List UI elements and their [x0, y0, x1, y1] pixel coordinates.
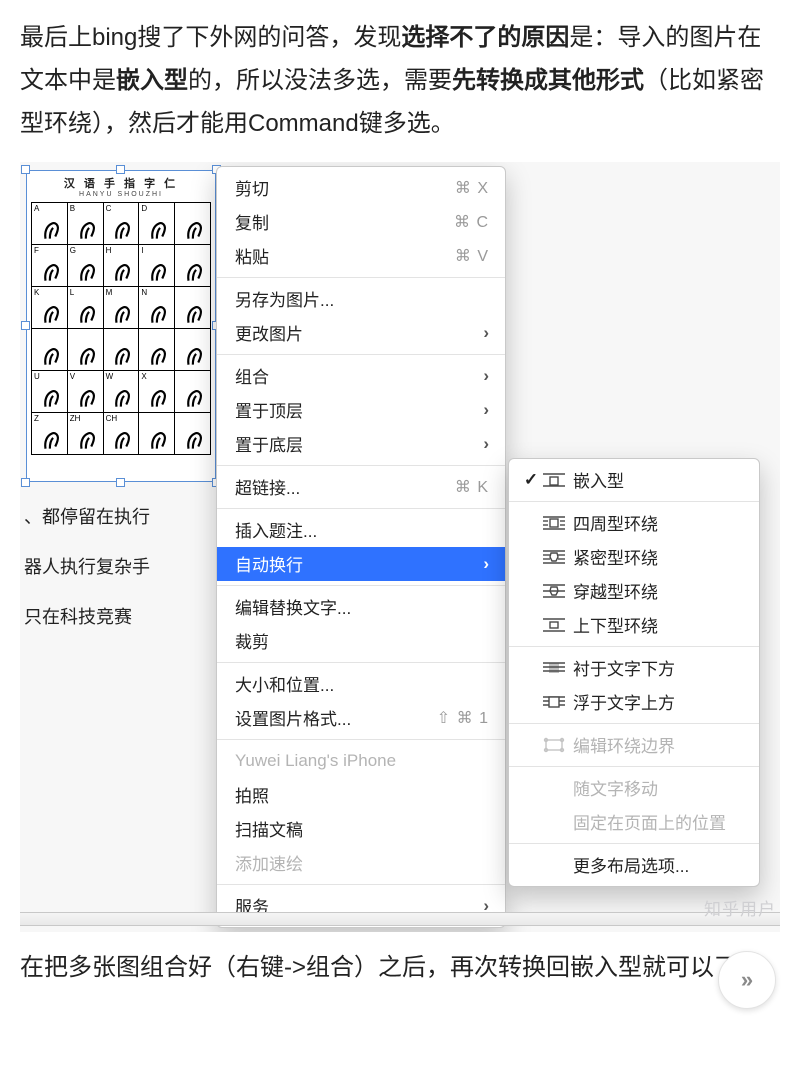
- submenu-item-fix-on-page: 固定在页面上的位置: [509, 805, 759, 839]
- menu-item-copy[interactable]: 复制⌘ C: [217, 205, 505, 239]
- edit-wrap-points-icon: [541, 736, 567, 754]
- menu-item-send-back[interactable]: 置于底层›: [217, 427, 505, 461]
- submenu-item-edit-wrap-points: 编辑环绕边界: [509, 728, 759, 762]
- chart-cell: U: [32, 371, 68, 413]
- menu-item-crop[interactable]: 裁剪: [217, 624, 505, 658]
- resize-handle[interactable]: [116, 478, 125, 487]
- text-line: 、都停留在执行: [24, 492, 214, 542]
- submenu-item-square[interactable]: 四周型环绕: [509, 506, 759, 540]
- chart-cell: A: [32, 203, 68, 245]
- bold-text: 先转换成其他形式: [452, 67, 644, 94]
- resize-handle[interactable]: [21, 165, 30, 174]
- wrap-front-icon: [541, 693, 567, 711]
- menu-item-take-photo[interactable]: 拍照: [217, 778, 505, 812]
- submenu-item-move-with-text: 随文字移动: [509, 771, 759, 805]
- chart-cell: K: [32, 287, 68, 329]
- text: 最后上bing搜了下外网的问答，发现: [20, 24, 401, 51]
- chart-cell: [139, 329, 175, 371]
- chart-cell: H: [104, 245, 140, 287]
- submenu-item-front-text[interactable]: 浮于文字上方: [509, 685, 759, 719]
- wrap-inline-icon: [541, 471, 567, 489]
- submenu-item-more-layout[interactable]: 更多布局选项...: [509, 848, 759, 882]
- resize-handle[interactable]: [21, 321, 30, 330]
- chart-cell: Z: [32, 413, 68, 455]
- chart-cell: C: [104, 203, 140, 245]
- chart-cell: [32, 329, 68, 371]
- chart-cell: [175, 413, 211, 455]
- menu-item-group[interactable]: 组合›: [217, 359, 505, 393]
- menu-item-iphone: Yuwei Liang's iPhone: [217, 744, 505, 778]
- submenu-item-through[interactable]: 穿越型环绕: [509, 574, 759, 608]
- chart-cell: ZH: [68, 413, 104, 455]
- watermark: 知乎用户: [704, 895, 776, 920]
- resize-handle[interactable]: [116, 165, 125, 174]
- submenu-item-tight[interactable]: 紧密型环绕: [509, 540, 759, 574]
- context-menu: 剪切⌘ X 复制⌘ C 粘贴⌘ V 另存为图片... 更改图片› 组合› 置于顶…: [216, 166, 506, 928]
- chart-cell: [175, 287, 211, 329]
- screenshot-area: 汉 语 手 指 字 仁 HANYU SHOUZHI ABCD FGHI KLMN UV…: [20, 162, 780, 932]
- chart-cell: V: [68, 371, 104, 413]
- menu-item-save-as-picture[interactable]: 另存为图片...: [217, 282, 505, 316]
- chart-title: 汉 语 手 指 字 仁: [27, 171, 215, 191]
- menu-item-format-picture[interactable]: 设置图片格式...⇧ ⌘ 1: [217, 701, 505, 735]
- text-line: 只在科技竞赛: [24, 592, 214, 642]
- selected-image[interactable]: 汉 语 手 指 字 仁 HANYU SHOUZHI ABCD FGHI KLMN UV…: [26, 170, 216, 482]
- chart-cell: [68, 329, 104, 371]
- wrap-tight-icon: [541, 548, 567, 566]
- bold-text: 选择不了的原因: [401, 24, 569, 51]
- wrap-behind-icon: [541, 659, 567, 677]
- chart-cell: [175, 203, 211, 245]
- menu-item-edit-alt-text[interactable]: 编辑替换文字...: [217, 590, 505, 624]
- chart-cell: L: [68, 287, 104, 329]
- wrap-square-icon: [541, 514, 567, 532]
- menu-item-wrap-text[interactable]: 自动换行›: [217, 547, 505, 581]
- chart-cell: D: [139, 203, 175, 245]
- wrap-through-icon: [541, 582, 567, 600]
- wrap-text-submenu: ✓ 嵌入型 四周型环绕 紧密型环绕 穿越型环绕 上下型环绕: [508, 458, 760, 887]
- chart-cell: W: [104, 371, 140, 413]
- menu-item-insert-caption[interactable]: 插入题注...: [217, 513, 505, 547]
- submenu-item-inline[interactable]: ✓ 嵌入型: [509, 463, 759, 497]
- chart-cell: I: [139, 245, 175, 287]
- chart-cell: [175, 245, 211, 287]
- chart-cell: M: [104, 287, 140, 329]
- menu-item-size-position[interactable]: 大小和位置...: [217, 667, 505, 701]
- wrap-top-bottom-icon: [541, 616, 567, 634]
- chart-cell: X: [139, 371, 175, 413]
- document-body-text: 、都停留在执行 器人执行复杂手 只在科技竞赛: [24, 492, 214, 643]
- chart-cell: B: [68, 203, 104, 245]
- chart-cell: N: [139, 287, 175, 329]
- chart-subtitle: HANYU SHOUZHI: [27, 191, 215, 198]
- chart-cell: [175, 329, 211, 371]
- menu-item-hyperlink[interactable]: 超链接...⌘ K: [217, 470, 505, 504]
- text: 的，所以没法多选，需要: [188, 67, 452, 94]
- sign-language-chart: 汉 语 手 指 字 仁 HANYU SHOUZHI ABCD FGHI KLMN UV…: [26, 170, 216, 482]
- menu-item-paste[interactable]: 粘贴⌘ V: [217, 239, 505, 273]
- chart-cell: G: [68, 245, 104, 287]
- menu-item-cut[interactable]: 剪切⌘ X: [217, 171, 505, 205]
- resize-handle[interactable]: [21, 478, 30, 487]
- chart-cell: F: [32, 245, 68, 287]
- menu-item-scan-documents[interactable]: 扫描文稿: [217, 812, 505, 846]
- submenu-item-behind-text[interactable]: 衬于文字下方: [509, 651, 759, 685]
- chart-cell: [175, 371, 211, 413]
- article-paragraph-1: 最后上bing搜了下外网的问答，发现选择不了的原因是：导入的图片在文本中是嵌入型…: [0, 0, 800, 158]
- article-paragraph-2: 在把多张图组合好（右键->组合）之后，再次转换回嵌入型就可以了。: [0, 940, 800, 1001]
- bold-text: 嵌入型: [116, 67, 188, 94]
- menu-item-change-picture[interactable]: 更改图片›: [217, 316, 505, 350]
- expand-fab-button[interactable]: »: [718, 951, 776, 1009]
- text-line: 器人执行复杂手: [24, 542, 214, 592]
- menu-item-bring-front[interactable]: 置于顶层›: [217, 393, 505, 427]
- chart-cell: [139, 413, 175, 455]
- submenu-item-top-bottom[interactable]: 上下型环绕: [509, 608, 759, 642]
- chart-cell: CH: [104, 413, 140, 455]
- horizontal-scrollbar[interactable]: [20, 912, 780, 926]
- menu-item-add-sketch: 添加速绘: [217, 846, 505, 880]
- chevron-double-right-icon: »: [741, 967, 753, 993]
- chart-cell: [104, 329, 140, 371]
